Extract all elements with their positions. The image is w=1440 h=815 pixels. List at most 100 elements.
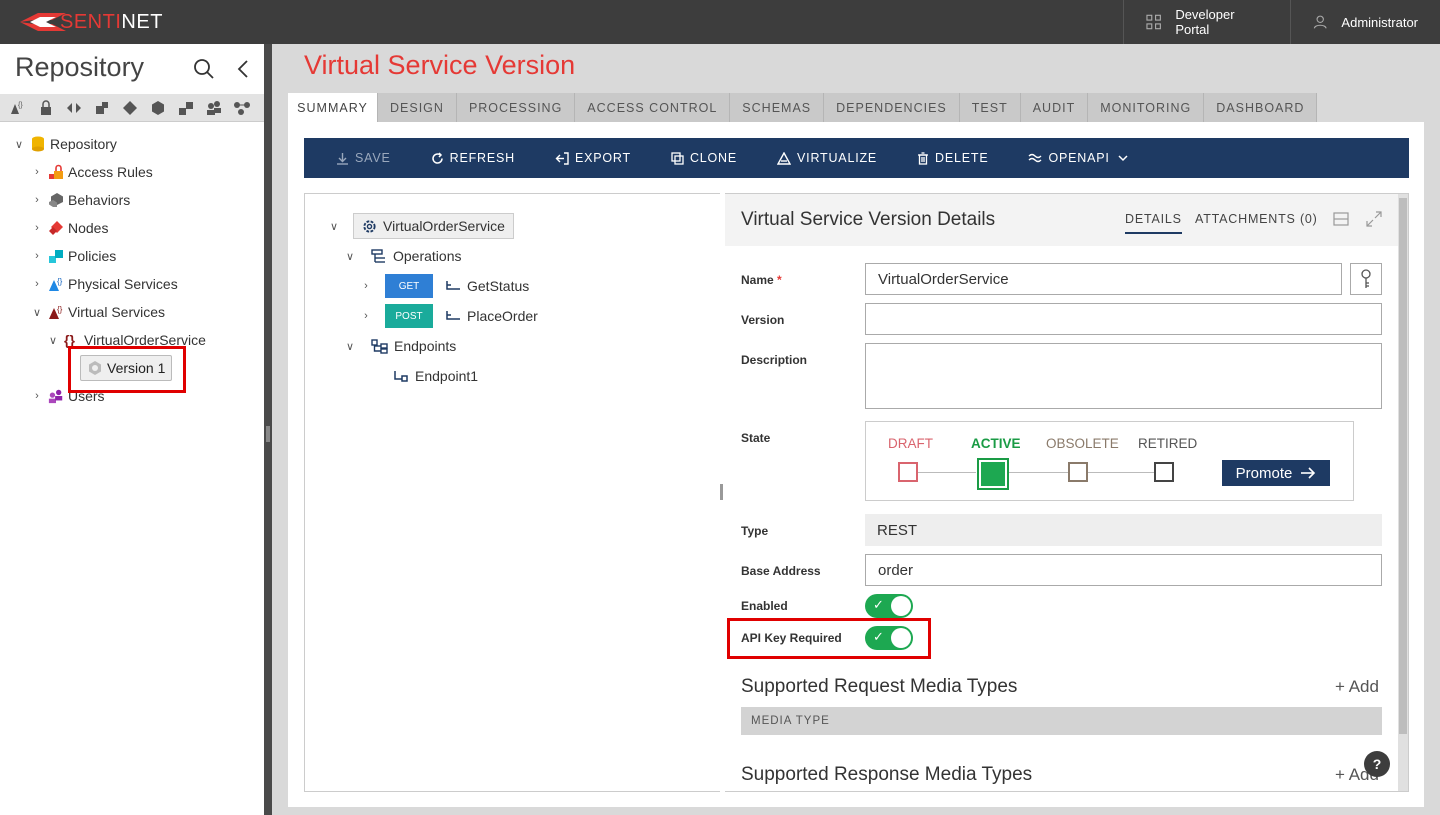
pane-splitter-grip[interactable] xyxy=(720,484,723,500)
tree-node-nodes[interactable]: › Nodes xyxy=(28,214,108,242)
openapi-dropdown[interactable]: OPENAPI xyxy=(1028,151,1133,165)
filter-virtual-icon[interactable]: {} xyxy=(6,98,30,118)
refresh-icon xyxy=(431,151,443,164)
tab-schemas[interactable]: SCHEMAS xyxy=(730,93,825,122)
filter-users-icon[interactable] xyxy=(202,98,226,118)
tab-details[interactable]: DETAILS xyxy=(1125,212,1182,234)
filter-arrows-icon[interactable] xyxy=(62,98,86,118)
service-root-chip[interactable]: VirtualOrderService xyxy=(353,213,514,239)
tree-node-access-rules[interactable]: › Access Rules xyxy=(28,158,153,186)
splitter-grip[interactable] xyxy=(266,426,270,442)
chevron-right-icon[interactable]: › xyxy=(28,166,46,178)
save-button[interactable]: SAVE xyxy=(336,151,391,165)
chevron-right-icon[interactable]: › xyxy=(357,280,375,292)
tab-summary[interactable]: SUMMARY xyxy=(288,93,378,122)
chevron-down-icon[interactable]: ∨ xyxy=(325,220,343,233)
enabled-toggle[interactable]: ✓ xyxy=(865,594,913,618)
tab-dependencies[interactable]: DEPENDENCIES xyxy=(824,93,960,122)
filter-diamond-icon[interactable] xyxy=(118,98,142,118)
chevron-right-icon[interactable]: › xyxy=(28,390,46,402)
repository-sidebar: Repository {} ∨ Repository › Access Rule… xyxy=(0,44,264,815)
filter-shape-icon[interactable] xyxy=(90,98,114,118)
promote-button[interactable]: Promote xyxy=(1222,460,1330,486)
tree-node-endpoint1[interactable]: Endpoint1 xyxy=(393,363,478,389)
base-address-field[interactable]: order xyxy=(865,554,1382,586)
sentinet-logo[interactable]: SENTINET xyxy=(16,8,163,36)
name-label: Name * xyxy=(741,273,782,287)
state-obsolete-node[interactable] xyxy=(1068,462,1088,482)
add-request-media-type-button[interactable]: + Add xyxy=(1335,677,1379,697)
refresh-button[interactable]: REFRESH xyxy=(431,151,515,165)
version-label: Version xyxy=(741,313,785,327)
tab-design[interactable]: DESIGN xyxy=(378,93,457,122)
tab-test[interactable]: TEST xyxy=(959,93,1021,122)
state-draft-node[interactable] xyxy=(898,462,918,482)
state-label: State xyxy=(741,431,771,445)
developer-portal-link[interactable]: Developer Portal xyxy=(1123,0,1290,44)
tab-access-control[interactable]: ACCESS CONTROL xyxy=(575,93,731,122)
delete-button[interactable]: DELETE xyxy=(917,151,988,165)
database-icon xyxy=(30,136,46,152)
split-view-icon[interactable] xyxy=(1333,212,1349,226)
tree-node-policies[interactable]: › Policies xyxy=(28,242,116,270)
state-active-node[interactable] xyxy=(977,458,1009,490)
type-field: REST xyxy=(865,514,1382,546)
chevron-down-icon[interactable]: ∨ xyxy=(341,340,359,353)
chevron-right-icon[interactable]: › xyxy=(28,194,46,206)
chevron-right-icon[interactable]: › xyxy=(28,222,46,234)
filter-lock-icon[interactable] xyxy=(34,98,58,118)
details-header: Virtual Service Version Details DETAILS … xyxy=(725,194,1408,246)
chevron-down-icon[interactable]: ∨ xyxy=(44,334,62,347)
state-retired-node[interactable] xyxy=(1154,462,1174,482)
chevron-right-icon[interactable]: › xyxy=(28,278,46,290)
tab-attachments[interactable]: ATTACHMENTS (0) xyxy=(1195,212,1318,226)
chevron-right-icon[interactable]: › xyxy=(28,250,46,262)
page-title: Virtual Service Version xyxy=(304,50,576,80)
version-field[interactable] xyxy=(865,303,1382,335)
tree-node-operations[interactable]: ∨ Operations xyxy=(341,243,462,269)
virtualize-button[interactable]: VIRTUALIZE xyxy=(777,151,877,165)
collapse-sidebar-icon[interactable] xyxy=(236,58,250,80)
enabled-label: Enabled xyxy=(741,599,788,613)
clone-label: CLONE xyxy=(689,151,738,165)
openapi-label: OPENAPI xyxy=(1048,151,1110,165)
chevron-down-icon[interactable]: ∨ xyxy=(341,250,359,263)
operation-icon xyxy=(446,311,460,320)
tab-processing[interactable]: PROCESSING xyxy=(456,93,576,122)
tree-node-virtual-services[interactable]: ∨ {} Virtual Services xyxy=(28,298,165,326)
tab-dashboard[interactable]: DASHBOARD xyxy=(1204,93,1318,122)
tree-node-repository[interactable]: ∨ Repository xyxy=(10,130,117,158)
tree-node-service-root[interactable]: ∨ VirtualOrderService xyxy=(325,213,514,239)
tree-label-behaviors: Behaviors xyxy=(68,192,131,208)
name-field[interactable]: VirtualOrderService xyxy=(865,263,1342,295)
filter-hex-icon[interactable] xyxy=(146,98,170,118)
expand-icon[interactable] xyxy=(1366,211,1382,227)
http-verb-post: POST xyxy=(385,304,433,328)
tab-audit[interactable]: AUDIT xyxy=(1020,93,1089,122)
key-button[interactable] xyxy=(1350,263,1382,295)
tree-node-behaviors[interactable]: › Behaviors xyxy=(28,186,130,214)
description-field[interactable] xyxy=(865,343,1382,409)
user-menu[interactable]: Administrator xyxy=(1290,0,1440,44)
tree-node-place-order[interactable]: › POST PlaceOrder xyxy=(357,303,538,329)
export-button[interactable]: EXPORT xyxy=(555,151,631,165)
filter-nodes-icon[interactable] xyxy=(230,98,254,118)
scrollbar-thumb[interactable] xyxy=(1399,198,1407,734)
chevron-right-icon[interactable]: › xyxy=(357,310,375,322)
tree-node-physical-services[interactable]: › {} Physical Services xyxy=(28,270,178,298)
chevron-down-icon[interactable]: ∨ xyxy=(28,306,46,319)
chevron-down-icon[interactable]: ∨ xyxy=(10,138,28,151)
tab-monitoring[interactable]: MONITORING xyxy=(1088,93,1205,122)
type-field-value: REST xyxy=(877,521,918,539)
help-button[interactable]: ? xyxy=(1364,751,1390,777)
chevron-down-icon xyxy=(1118,155,1128,162)
tree-node-get-status[interactable]: › GET GetStatus xyxy=(357,273,529,299)
tree-node-endpoints[interactable]: ∨ Endpoints xyxy=(341,333,456,359)
clone-button[interactable]: CLONE xyxy=(671,151,737,165)
details-scrollbar[interactable] xyxy=(1398,194,1408,791)
filter-blocks-icon[interactable] xyxy=(174,98,198,118)
logo-mark-icon xyxy=(20,13,66,31)
arrow-right-icon xyxy=(1301,467,1316,479)
type-label: Type xyxy=(741,524,769,538)
search-icon[interactable] xyxy=(193,58,215,80)
